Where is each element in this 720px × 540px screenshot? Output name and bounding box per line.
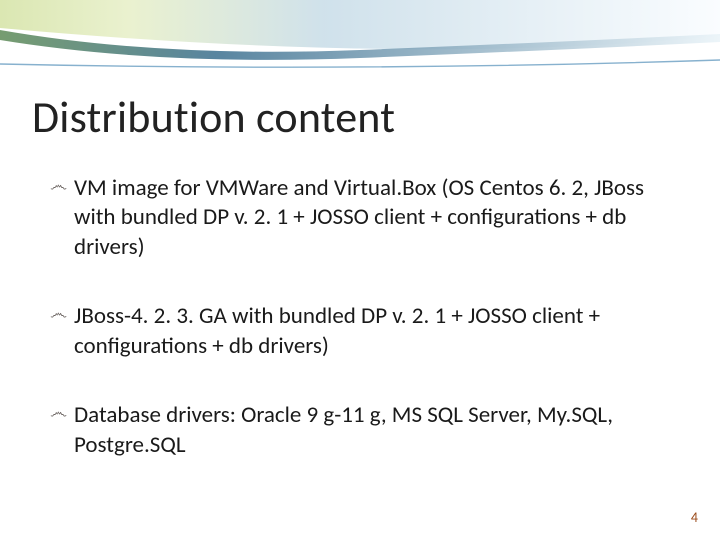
bullet-text: Database drivers: Oracle 9 g-11 g, MS SQ… xyxy=(74,401,613,458)
page-number: 4 xyxy=(691,509,698,526)
decorative-top-band xyxy=(0,0,720,74)
bullet-text: JBoss-4. 2. 3. GA with bundled DP v. 2. … xyxy=(74,302,600,359)
slide-title: Distribution content xyxy=(32,90,395,144)
topband-svg xyxy=(0,0,720,74)
bullet-icon: ෴ xyxy=(50,403,67,421)
bullet-item: ෴ Database drivers: Oracle 9 g-11 g, MS … xyxy=(50,401,678,460)
slide: Distribution content ෴ VM image for VMWa… xyxy=(0,0,720,540)
bullet-item: ෴ VM image for VMWare and Virtual.Box (O… xyxy=(50,174,678,262)
slide-body: ෴ VM image for VMWare and Virtual.Box (O… xyxy=(50,174,678,500)
bullet-icon: ෴ xyxy=(50,304,67,322)
bullet-icon: ෴ xyxy=(50,176,67,194)
bullet-item: ෴ JBoss-4. 2. 3. GA with bundled DP v. 2… xyxy=(50,302,678,361)
bullet-text: VM image for VMWare and Virtual.Box (OS … xyxy=(74,174,644,261)
